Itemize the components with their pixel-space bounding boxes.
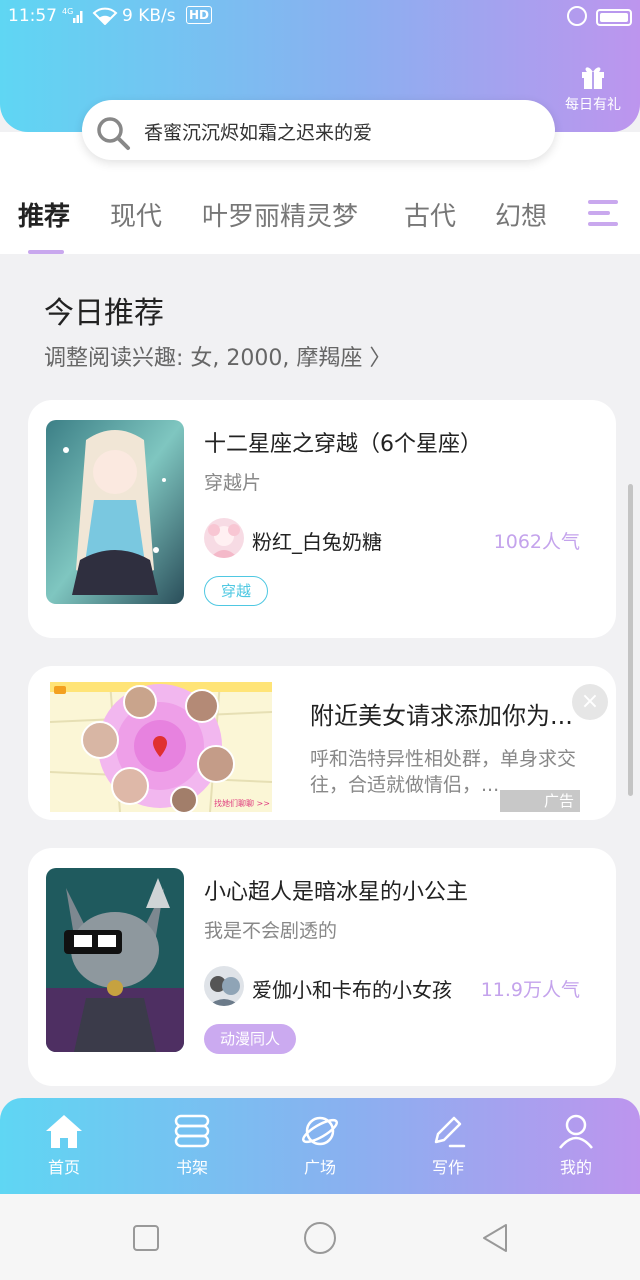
tab-yeluoli[interactable]: 叶罗丽精灵梦	[202, 196, 358, 233]
signal-icon: 4G	[62, 6, 84, 29]
back-icon[interactable]	[480, 1222, 510, 1254]
rotation-lock-icon	[567, 6, 587, 26]
tab-recommend[interactable]: 推荐	[18, 196, 70, 233]
tab-fantasy[interactable]: 幻想	[495, 196, 547, 233]
nav-write-label: 写作	[431, 1158, 464, 1177]
nav-bookshelf-label: 书架	[175, 1158, 208, 1177]
author-avatar	[204, 966, 244, 1006]
book-cover	[46, 868, 184, 1052]
hd-icon: HD	[186, 6, 213, 24]
nav-write[interactable]: 写作	[403, 1112, 493, 1178]
nav-plaza-label: 广场	[303, 1158, 336, 1177]
category-menu-icon[interactable]	[584, 196, 624, 232]
scrollbar[interactable]	[628, 484, 633, 796]
book-title: 小心超人是暗冰星的小公主	[204, 880, 469, 905]
book-cover	[46, 420, 184, 604]
pencil-icon	[434, 1116, 466, 1148]
nav-bookshelf[interactable]: 书架	[147, 1112, 237, 1178]
tab-ancient[interactable]: 古代	[404, 196, 456, 233]
gift-icon	[582, 67, 604, 89]
author-name: 粉红_白兔奶糖	[252, 530, 382, 554]
ad-badge-label: 广告	[543, 792, 574, 810]
status-time: 11:57	[8, 6, 57, 26]
nav-profile[interactable]: 我的	[531, 1112, 621, 1178]
tab-indicator	[28, 250, 64, 254]
book-description: 我是不会剧透的	[204, 920, 338, 942]
search-icon	[97, 117, 130, 150]
category-tabs: 推荐 现代 叶罗丽精灵梦 古代 幻想	[0, 190, 640, 254]
bottom-navigation: 首页 书架 广场 写作 我的	[0, 1098, 640, 1194]
book-card[interactable]: 十二星座之穿越（6个星座） 穿越片 粉红_白兔奶糖 1062人气 穿越	[28, 400, 616, 638]
user-icon	[559, 1114, 593, 1149]
wifi-icon	[92, 7, 118, 30]
author-avatar	[204, 518, 244, 558]
bookshelf-icon	[174, 1114, 210, 1148]
reading-interest-link[interactable]: 调整阅读兴趣: 女, 2000, 摩羯座 〉	[44, 340, 391, 372]
genre-tag[interactable]: 穿越	[204, 576, 269, 606]
section-title: 今日推荐	[44, 296, 164, 331]
ad-card[interactable]: 找她们聊聊 >> 附近美女请求添加你为... 呼和浩特异性相处群，单身求交往，合…	[28, 666, 616, 820]
daily-gift-button[interactable]: 每日有礼	[556, 62, 630, 114]
svg-text:4G: 4G	[62, 7, 73, 16]
search-placeholder: 香蜜沉沉烬如霜之迟来的爱	[144, 122, 373, 144]
network-speed: 9 KB/s	[122, 6, 176, 26]
book-title: 十二星座之穿越（6个星座）	[204, 432, 482, 457]
ad-image: 找她们聊聊 >>	[49, 681, 273, 814]
genre-tag[interactable]: 动漫同人	[204, 1024, 297, 1054]
recent-apps-icon[interactable]	[132, 1224, 160, 1252]
ad-close-button[interactable]: ×	[572, 684, 608, 720]
home-circle-icon[interactable]	[302, 1220, 338, 1256]
status-bar: 11:57 4G 9 KB/s HD	[0, 0, 640, 34]
book-card[interactable]: 小心超人是暗冰星的小公主 我是不会剧透的 爱伽小和卡布的小女孩 11.9万人气 …	[28, 848, 616, 1086]
system-navigation-bar	[0, 1194, 640, 1280]
popularity-count: 1062人气	[493, 531, 580, 553]
nav-profile-label: 我的	[559, 1158, 592, 1177]
nav-home[interactable]: 首页	[19, 1112, 109, 1178]
gift-label: 每日有礼	[565, 97, 621, 113]
battery-icon	[596, 9, 632, 26]
popularity-count: 11.9万人气	[480, 979, 580, 1001]
nav-home-label: 首页	[47, 1158, 80, 1177]
tab-modern[interactable]: 现代	[110, 196, 162, 233]
ad-badge: 广告	[500, 790, 580, 812]
planet-icon	[302, 1116, 338, 1146]
ad-map-caption: 找她们聊聊 >>	[214, 799, 270, 808]
book-description: 穿越片	[204, 472, 262, 494]
home-icon	[46, 1115, 82, 1148]
nav-plaza[interactable]: 广场	[275, 1112, 365, 1178]
search-bar[interactable]: 香蜜沉沉烬如霜之迟来的爱	[82, 100, 555, 160]
ad-title: 附近美女请求添加你为...	[310, 702, 573, 730]
author-name: 爱伽小和卡布的小女孩	[252, 978, 452, 1002]
